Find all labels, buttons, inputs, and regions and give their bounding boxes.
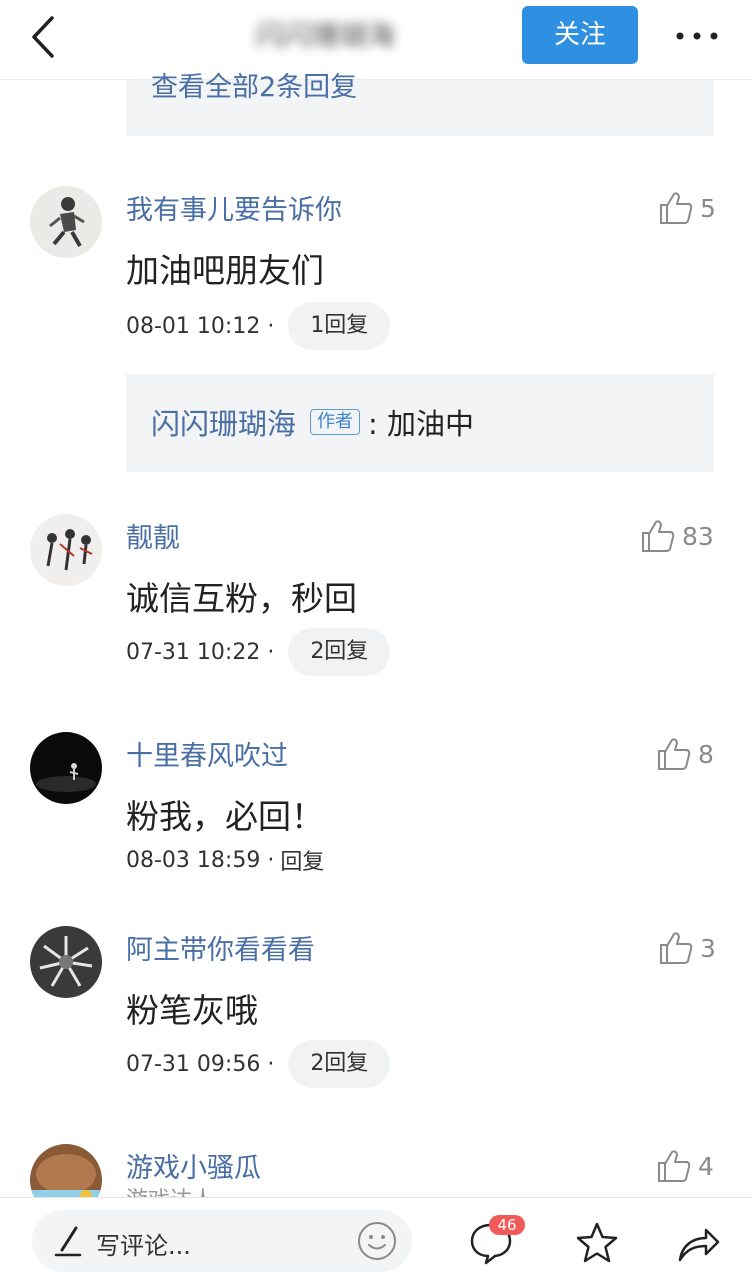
like-button[interactable]: 83 bbox=[640, 516, 714, 556]
comment-username[interactable]: 我有事儿要告诉你 bbox=[126, 188, 342, 227]
comment-count-badge: 46 bbox=[489, 1215, 525, 1235]
comment-text: 粉笔灰哦 bbox=[126, 991, 258, 1030]
page-title-blurred: 闪闪珊瑚海 bbox=[255, 19, 396, 52]
like-count: 8 bbox=[698, 739, 714, 769]
pencil-icon bbox=[54, 1226, 82, 1257]
author-reply-box[interactable]: 闪闪珊瑚海 作者 : 加油中 bbox=[126, 374, 714, 472]
more-dots-icon bbox=[676, 32, 718, 40]
reply-username[interactable]: 闪闪珊瑚海 bbox=[151, 401, 296, 443]
comment-input-placeholder: 写评论... bbox=[96, 1232, 191, 1260]
comment-username[interactable]: 十里春风吹过 bbox=[126, 734, 288, 773]
comment-input[interactable]: 写评论... bbox=[32, 1210, 412, 1272]
thumbs-up-icon bbox=[660, 932, 693, 964]
more-button[interactable] bbox=[672, 18, 722, 54]
comment-time: 07-31 10:22 · bbox=[126, 639, 275, 665]
like-button[interactable]: 4 bbox=[656, 1146, 714, 1186]
top-nav-bar: 闪闪珊瑚海 关注 bbox=[0, 0, 752, 80]
view-all-replies-box[interactable]: 查看全部2条回复 bbox=[126, 74, 714, 136]
view-all-replies-link[interactable]: 查看全部2条回复 bbox=[151, 74, 357, 101]
avatar[interactable] bbox=[30, 1144, 102, 1197]
share-arrow-icon[interactable] bbox=[676, 1220, 722, 1266]
reply-text: : 加油中 bbox=[368, 407, 475, 441]
comment-meta: 08-01 10:12 · 1回复 bbox=[126, 302, 391, 350]
reply-count-button[interactable]: 2回复 bbox=[288, 628, 391, 676]
author-reply-line: 闪闪珊瑚海 作者 : 加油中 bbox=[151, 402, 474, 442]
avatar[interactable] bbox=[30, 732, 102, 804]
thumbs-up-icon bbox=[658, 738, 691, 770]
comment-text: 诚信互粉，秒回 bbox=[126, 579, 357, 618]
comment-username[interactable]: 阿主带你看看看 bbox=[126, 928, 315, 967]
thumbs-up-icon bbox=[642, 520, 675, 552]
thumbs-up-icon bbox=[658, 1150, 691, 1182]
like-count: 5 bbox=[700, 193, 716, 223]
user-subtitle: 游戏达人 bbox=[126, 1182, 214, 1197]
bottom-action-bar: 写评论... 46 bbox=[0, 1197, 752, 1285]
comment-time: 08-01 10:12 · bbox=[126, 313, 275, 339]
comment-time: 08-03 18:59 · bbox=[126, 847, 275, 873]
comment-text: 粉我，必回！ bbox=[126, 797, 324, 836]
comment-username[interactable]: 靓靓 bbox=[126, 516, 180, 555]
thumbs-up-icon bbox=[660, 192, 693, 224]
like-button[interactable]: 5 bbox=[658, 188, 716, 228]
avatar[interactable] bbox=[30, 514, 102, 586]
like-button[interactable]: 3 bbox=[658, 928, 716, 968]
follow-button[interactable]: 关注 bbox=[522, 6, 638, 64]
like-count: 83 bbox=[682, 521, 714, 551]
like-count: 3 bbox=[700, 933, 716, 963]
like-button[interactable]: 8 bbox=[656, 734, 714, 774]
reply-button[interactable]: 回复 bbox=[280, 844, 324, 876]
like-count: 4 bbox=[698, 1151, 714, 1181]
comment-time: 07-31 09:56 · bbox=[126, 1051, 275, 1077]
reply-count-button[interactable]: 2回复 bbox=[288, 1040, 391, 1088]
comment-meta: 08-03 18:59 · 回复 bbox=[126, 836, 324, 884]
comment-meta: 07-31 10:22 · 2回复 bbox=[126, 628, 391, 676]
comment-text: 加油吧朋友们 bbox=[126, 251, 324, 290]
back-button[interactable] bbox=[24, 12, 64, 62]
avatar[interactable] bbox=[30, 186, 102, 258]
avatar[interactable] bbox=[30, 926, 102, 998]
star-icon[interactable] bbox=[574, 1220, 620, 1266]
smiley-icon[interactable] bbox=[356, 1220, 398, 1262]
reply-count-button[interactable]: 1回复 bbox=[288, 302, 391, 350]
comment-item: 游戏小骚瓜 4 游戏达人 bbox=[0, 1144, 752, 1197]
comment-username[interactable]: 游戏小骚瓜 bbox=[126, 1146, 261, 1185]
chevron-left-icon bbox=[32, 16, 54, 58]
comment-meta: 07-31 09:56 · 2回复 bbox=[126, 1040, 391, 1088]
author-badge: 作者 bbox=[310, 409, 361, 435]
